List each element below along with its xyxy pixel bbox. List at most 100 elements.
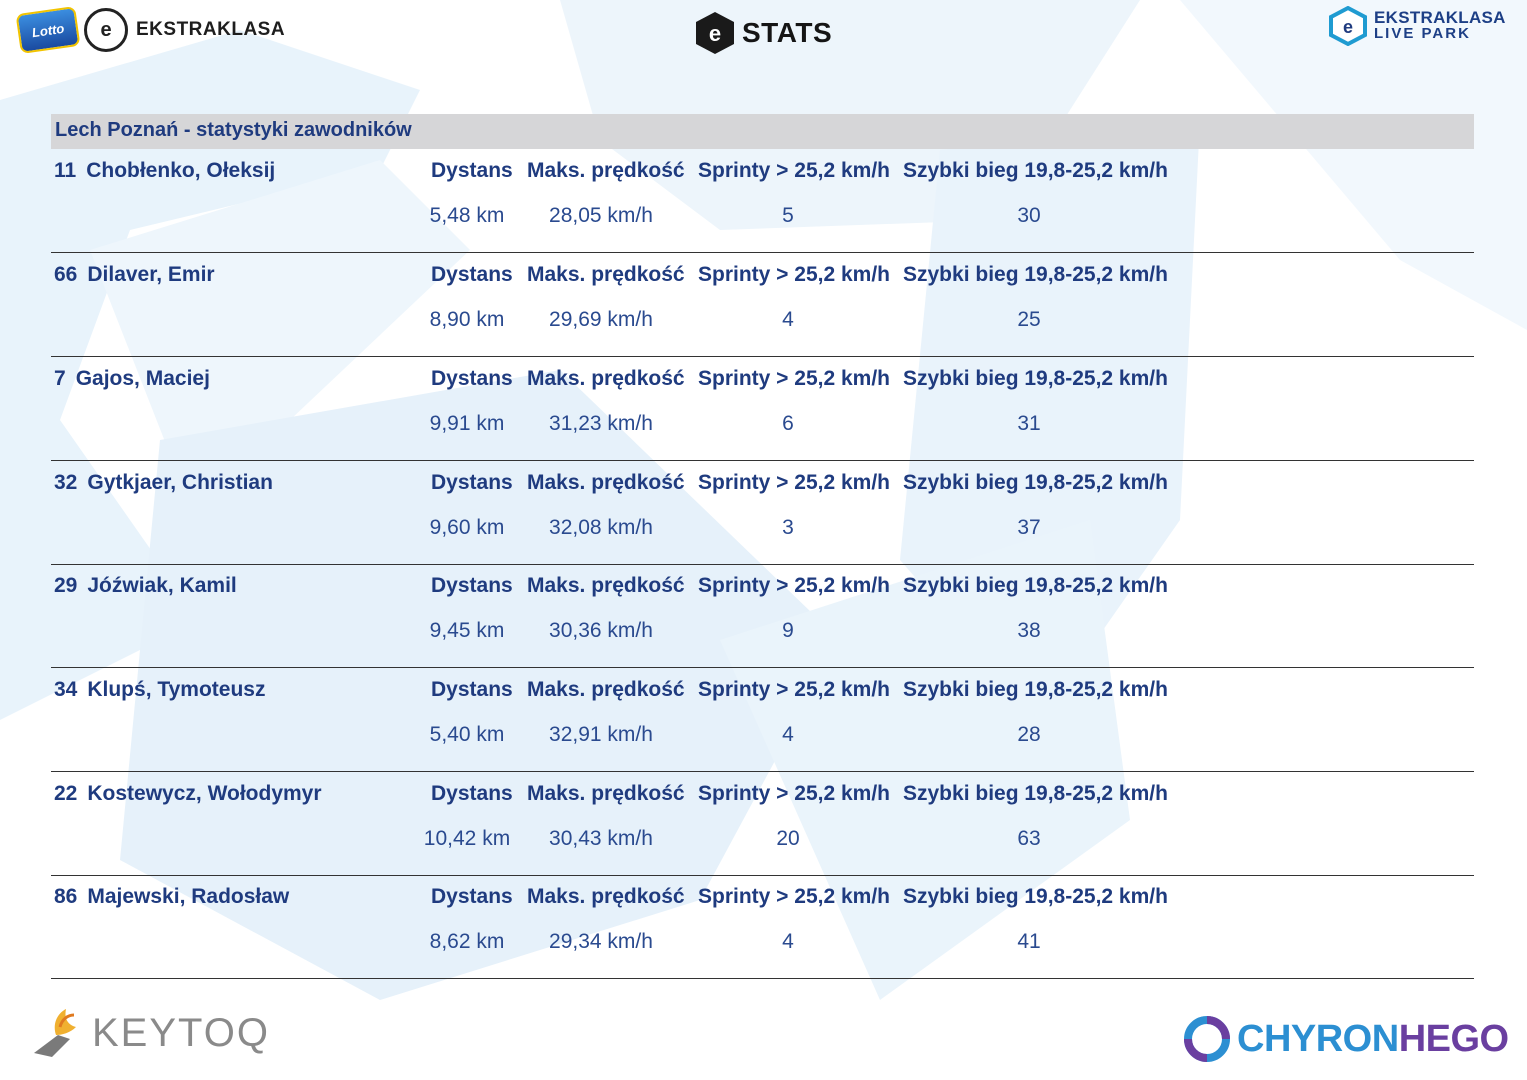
max-speed-label: Maks. prędkość: [527, 367, 685, 390]
fast-run-label: Szybki bieg 19,8-25,2 km/h: [903, 367, 1168, 390]
player-number: 32: [54, 471, 78, 494]
player-number: 29: [54, 574, 78, 597]
player-name: 32 Gytkjaer, Christian: [54, 471, 273, 495]
distance-value: 9,45 km: [429, 619, 505, 642]
player-number: 7: [54, 367, 66, 390]
section-title: Lech Poznań - statystyki zawodników: [55, 119, 412, 141]
player-number: 66: [54, 263, 78, 286]
player-fullname: Klupś, Tymoteusz: [87, 678, 266, 701]
sprints-label: Sprinty > 25,2 km/h: [698, 471, 890, 494]
distance-label: Dystans: [431, 678, 513, 701]
sprints-label: Sprinty > 25,2 km/h: [698, 159, 890, 182]
sprints-label: Sprinty > 25,2 km/h: [698, 678, 890, 701]
distance-label: Dystans: [431, 471, 513, 494]
sprints-label: Sprinty > 25,2 km/h: [698, 574, 890, 597]
chyronhego-logo: CHYRONHEGO: [1183, 1015, 1509, 1063]
player-number: 86: [54, 885, 78, 908]
player-fullname: Gajos, Maciej: [75, 367, 210, 390]
distance-value: 5,40 km: [429, 723, 505, 746]
max-speed-label: Maks. prędkość: [527, 159, 685, 182]
ekstraklasa-logo-text: EKSTRAKLASA: [136, 19, 286, 40]
lotto-logo: Lotto: [15, 6, 81, 54]
keytoq-logo: KEYTOQ: [30, 1005, 270, 1061]
max-speed-label: Maks. prędkość: [527, 782, 685, 805]
distance-label: Dystans: [431, 263, 513, 286]
player-number: 11: [54, 159, 77, 182]
max-speed-value: 29,34 km/h: [549, 930, 653, 953]
player-fullname: Dilaver, Emir: [87, 263, 215, 286]
sprints-label: Sprinty > 25,2 km/h: [698, 367, 890, 390]
player-row: 29 Jóźwiak, Kamil Dystans Maks. prędkość …: [51, 564, 1474, 668]
sprints-value: 4: [782, 723, 794, 746]
fast-run-value: 31: [1017, 412, 1041, 435]
max-speed-value: 32,08 km/h: [549, 516, 653, 539]
distance-value: 8,62 km: [429, 930, 505, 953]
sprints-value: 6: [782, 412, 794, 435]
max-speed-label: Maks. prędkość: [527, 678, 685, 701]
max-speed-label: Maks. prędkość: [527, 885, 685, 908]
distance-value: 9,91 km: [429, 412, 505, 435]
fast-run-value: 25: [1017, 308, 1041, 331]
svg-text:e: e: [709, 21, 721, 46]
fast-run-label: Szybki bieg 19,8-25,2 km/h: [903, 263, 1168, 286]
fast-run-value: 30: [1017, 204, 1041, 227]
e-hexagon-blue-icon: e: [1329, 6, 1367, 46]
keytoq-emblem-icon: [34, 1009, 76, 1057]
fast-run-label: Szybki bieg 19,8-25,2 km/h: [903, 678, 1168, 701]
max-speed-label: Maks. prędkość: [527, 574, 685, 597]
chyronhego-logo-part2: HEGO: [1398, 1017, 1509, 1060]
player-row: 32 Gytkjaer, Christian Dystans Maks. pręd…: [51, 461, 1474, 565]
fast-run-label: Szybki bieg 19,8-25,2 km/h: [903, 782, 1168, 805]
max-speed-value: 30,43 km/h: [549, 827, 653, 850]
football-icon: e: [84, 8, 128, 52]
sprints-value: 9: [782, 619, 794, 642]
distance-value: 8,90 km: [429, 308, 505, 331]
fast-run-label: Szybki bieg 19,8-25,2 km/h: [903, 574, 1168, 597]
player-number: 22: [54, 782, 78, 805]
player-name: 66 Dilaver, Emir: [54, 263, 215, 287]
chyronhego-logo-part1: CHYRON: [1237, 1017, 1399, 1060]
distance-label: Dystans: [431, 574, 513, 597]
player-row: 34 Klupś, Tymoteusz Dystans Maks. prędkoś…: [51, 668, 1474, 772]
distance-label: Dystans: [431, 159, 513, 182]
sprints-label: Sprinty > 25,2 km/h: [698, 263, 890, 286]
fast-run-value: 63: [1017, 827, 1041, 850]
max-speed-value: 31,23 km/h: [549, 412, 653, 435]
player-name: 34 Klupś, Tymoteusz: [54, 678, 266, 702]
section-header: Lech Poznań - statystyki zawodników: [51, 114, 1474, 149]
player-fullname: Majewski, Radosław: [87, 885, 290, 908]
fast-run-label: Szybki bieg 19,8-25,2 km/h: [903, 885, 1168, 908]
max-speed-value: 29,69 km/h: [549, 308, 653, 331]
sprints-value: 5: [782, 204, 794, 227]
distance-label: Dystans: [431, 885, 513, 908]
player-fullname: Kostewycz, Wołodymyr: [87, 782, 322, 805]
sprints-value: 4: [782, 930, 794, 953]
fast-run-value: 41: [1017, 930, 1041, 953]
ekstraklasa-logo: Lotto e EKSTRAKLASA: [15, 6, 286, 54]
stats-logo: e STATS: [692, 10, 832, 56]
distance-value: 5,48 km: [429, 204, 505, 227]
max-speed-value: 30,36 km/h: [549, 619, 653, 642]
player-name: 29 Jóźwiak, Kamil: [54, 574, 237, 598]
player-fullname: Jóźwiak, Kamil: [87, 574, 237, 597]
player-row: 7 Gajos, Maciej Dystans Maks. prędkość Sp…: [51, 357, 1474, 461]
player-row: 66 Dilaver, Emir Dystans Maks. prędkość S…: [51, 253, 1474, 357]
live-park-logo-line2: LIVE PARK: [1374, 25, 1471, 42]
e-hexagon-icon: e: [696, 12, 734, 54]
chyronhego-ring-icon: [1184, 1016, 1230, 1062]
distance-value: 9,60 km: [429, 516, 505, 539]
player-name: 86 Majewski, Radosław: [54, 885, 289, 909]
distance-value: 10,42 km: [423, 827, 511, 850]
player-row: 86 Majewski, Radosław Dystans Maks. prędk…: [51, 875, 1474, 979]
max-speed-label: Maks. prędkość: [527, 263, 685, 286]
player-fullname: Gytkjaer, Christian: [87, 471, 273, 494]
player-row: 22 Kostewycz, Wołodymyr Dystans Maks. prę…: [51, 772, 1474, 876]
player-fullname: Chobłenko, Ołeksij: [86, 159, 276, 182]
keytoq-logo-text: KEYTOQ: [92, 1010, 270, 1055]
sprints-label: Sprinty > 25,2 km/h: [698, 885, 890, 908]
max-speed-value: 28,05 km/h: [549, 204, 653, 227]
sprints-label: Sprinty > 25,2 km/h: [698, 782, 890, 805]
live-park-logo: e EKSTRAKLASA LIVE PARK: [1328, 6, 1506, 46]
page-header: Lotto e EKSTRAKLASA e STATS e EKSTRAKLAS…: [0, 0, 1527, 70]
sprints-value: 4: [782, 308, 794, 331]
